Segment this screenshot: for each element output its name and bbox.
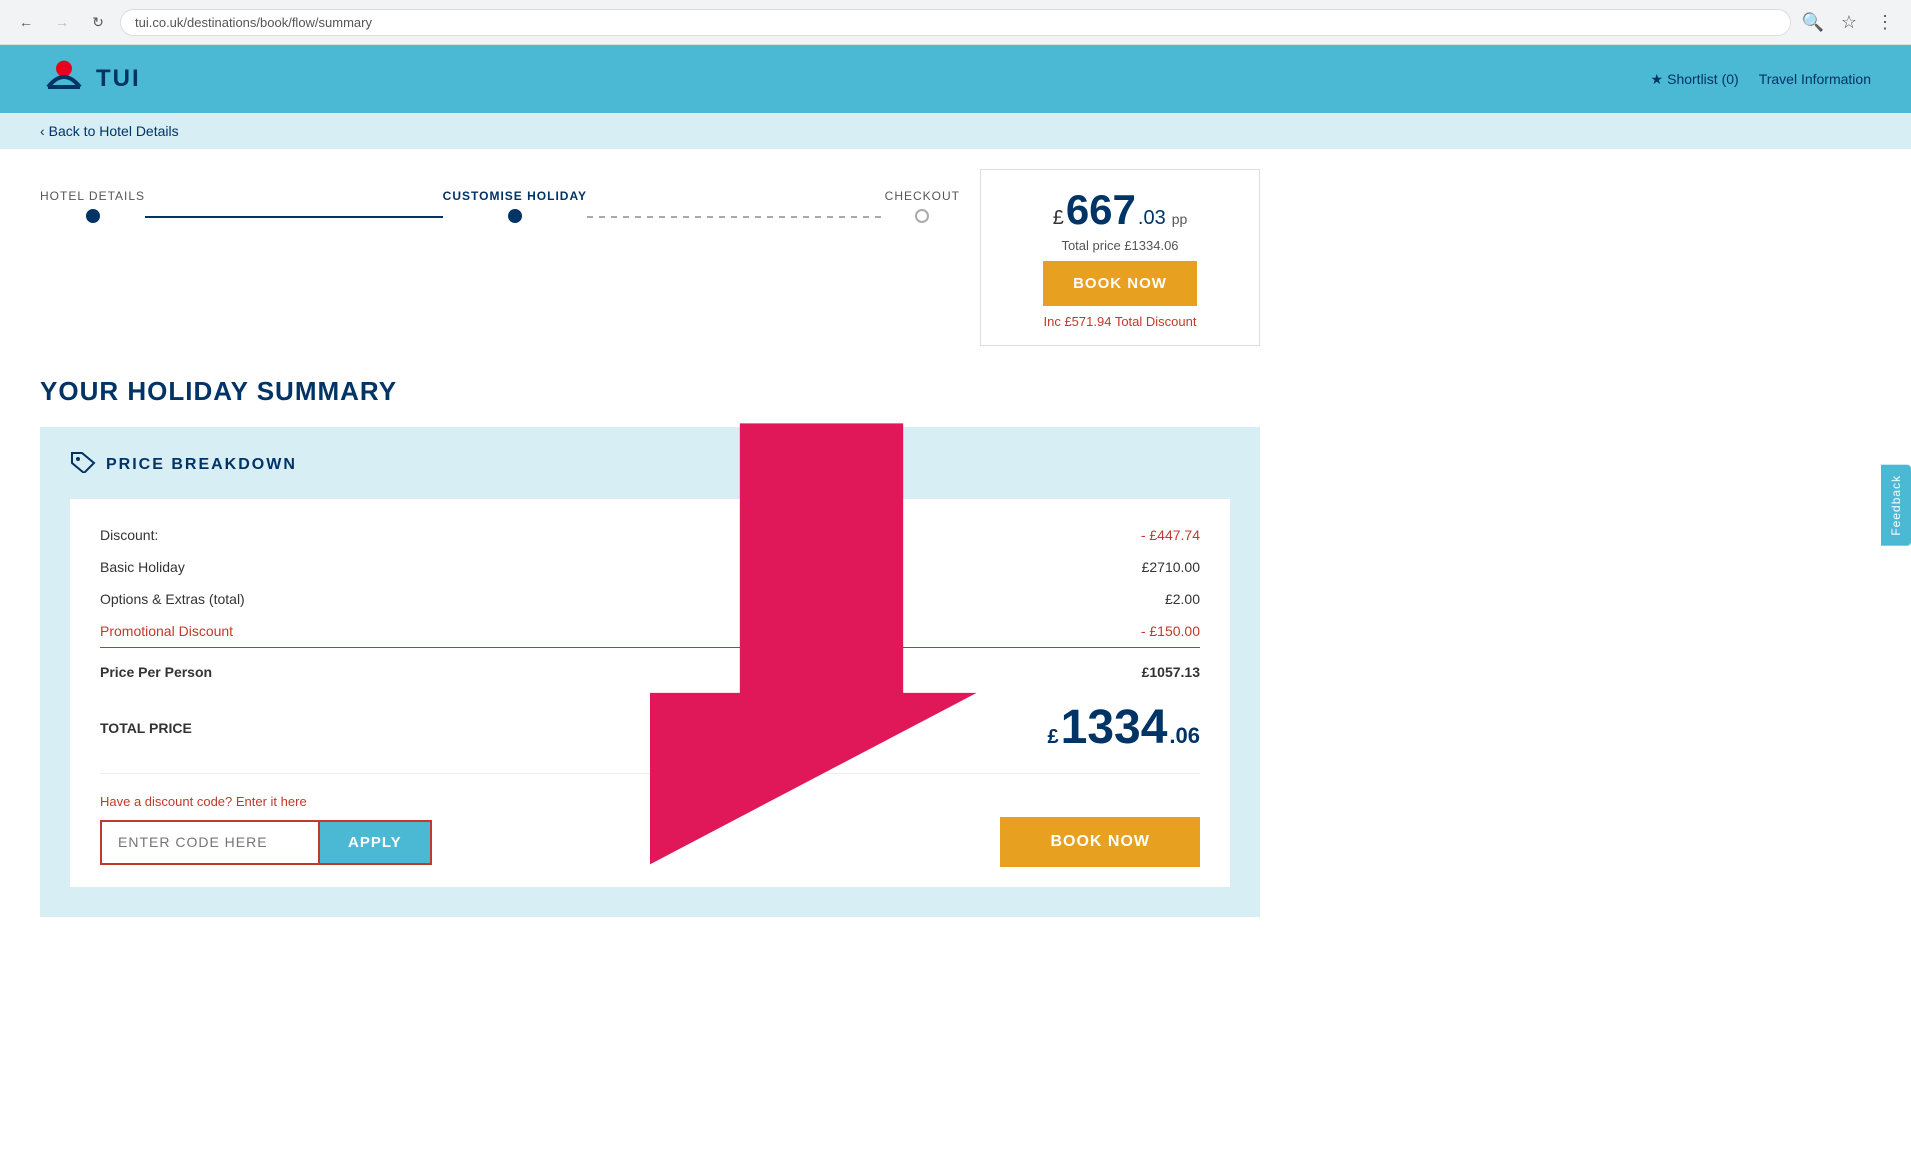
per-person-label: Price Per Person xyxy=(100,664,212,680)
step-checkout-label: CHECKOUT xyxy=(885,189,960,203)
promo-value: - £150.00 xyxy=(1141,623,1200,639)
progress-section: HOTEL DETAILS CUSTOMISE HOLIDAY CHECKOUT xyxy=(40,169,960,233)
total-decimal: .06 xyxy=(1169,723,1200,749)
sub-header: ‹ Back to Hotel Details xyxy=(0,113,1911,149)
browser-chrome: ← → ↻ tui.co.uk/destinations/book/flow/s… xyxy=(0,0,1911,45)
menu-button[interactable]: ⋮ xyxy=(1871,8,1899,36)
section-title-text: PRICE BREAKDOWN xyxy=(106,456,297,474)
progress-booking-row: HOTEL DETAILS CUSTOMISE HOLIDAY CHECKOUT xyxy=(40,169,1260,346)
tui-logo: TUI xyxy=(40,59,141,99)
price-row-basic: Basic Holiday £2710.00 xyxy=(100,551,1200,583)
step-hotel-label: HOTEL DETAILS xyxy=(40,189,145,203)
price-row-total: TOTAL PRICE £ 1334 .06 xyxy=(100,688,1200,763)
total-pound: £ xyxy=(1048,726,1059,749)
step-line-1 xyxy=(145,216,443,218)
price-breakdown-section: PRICE BREAKDOWN Discount: - £447.74 Basi… xyxy=(40,427,1260,917)
top-discount-line: Inc £571.94 Total Discount xyxy=(1001,314,1239,329)
back-to-hotel-link[interactable]: ‹ Back to Hotel Details xyxy=(40,123,1871,139)
header-links: ★ Shortlist (0) Travel Information xyxy=(1651,71,1871,88)
top-price-pp: pp xyxy=(1172,211,1188,227)
tui-logo-text: TUI xyxy=(96,65,141,93)
discount-code-section: Have a discount code? Enter it here APPL… xyxy=(100,773,1200,867)
price-row-options: Options & Extras (total) £2.00 xyxy=(100,583,1200,615)
step-hotel-dot xyxy=(86,209,100,223)
page-title: YOUR HOLIDAY SUMMARY xyxy=(40,376,1260,407)
options-value: £2.00 xyxy=(1165,591,1200,607)
basic-holiday-value: £2710.00 xyxy=(1142,559,1200,575)
total-main: 1334 xyxy=(1061,700,1168,755)
back-chevron-icon: ‹ xyxy=(40,123,45,139)
discount-input-row: APPLY xyxy=(100,820,432,865)
total-price-display: £ 1334 .06 xyxy=(1048,700,1201,755)
top-total-price-line: Total price £1334.06 xyxy=(1001,238,1239,253)
bookmark-button[interactable]: ☆ xyxy=(1835,8,1863,36)
tui-logo-icon xyxy=(40,59,88,99)
price-tag-icon xyxy=(70,451,96,479)
step-line-2 xyxy=(587,216,885,218)
discount-value: - £447.74 xyxy=(1141,527,1200,543)
search-browser-button[interactable]: 🔍 xyxy=(1799,8,1827,36)
step-customise: CUSTOMISE HOLIDAY xyxy=(443,189,587,223)
progress-steps: HOTEL DETAILS CUSTOMISE HOLIDAY CHECKOUT xyxy=(40,169,960,233)
discount-label: Discount: xyxy=(100,527,158,543)
shortlist-link[interactable]: ★ Shortlist (0) xyxy=(1651,71,1739,88)
top-price-display: £ 667 .03 pp xyxy=(1001,186,1239,234)
main-content: HOTEL DETAILS CUSTOMISE HOLIDAY CHECKOUT xyxy=(0,149,1300,957)
feedback-tab[interactable]: Feedback xyxy=(1881,465,1911,546)
address-bar[interactable]: tui.co.uk/destinations/book/flow/summary xyxy=(120,9,1791,36)
travel-info-link[interactable]: Travel Information xyxy=(1759,71,1871,87)
per-person-value: £1057.13 xyxy=(1142,664,1200,680)
price-row-promo: Promotional Discount - £150.00 xyxy=(100,615,1200,648)
forward-nav-button[interactable]: → xyxy=(48,8,76,36)
discount-code-label: Have a discount code? Enter it here xyxy=(100,794,1200,809)
basic-holiday-label: Basic Holiday xyxy=(100,559,185,575)
section-title-row: PRICE BREAKDOWN xyxy=(70,451,1230,479)
step-checkout-dot xyxy=(915,209,929,223)
total-price-label: TOTAL PRICE xyxy=(100,720,192,736)
star-icon: ★ xyxy=(1651,71,1664,88)
back-nav-button[interactable]: ← xyxy=(12,8,40,36)
tui-header: TUI ★ Shortlist (0) Travel Information xyxy=(0,45,1911,113)
top-price-decimal: .03 xyxy=(1138,207,1166,230)
step-hotel-details: HOTEL DETAILS xyxy=(40,189,145,223)
price-row-per-person: Price Per Person £1057.13 xyxy=(100,656,1200,688)
step-customise-dot xyxy=(508,209,522,223)
top-price-main: 667 xyxy=(1066,186,1136,234)
apply-button[interactable]: APPLY xyxy=(320,820,432,865)
price-table: Discount: - £447.74 Basic Holiday £2710.… xyxy=(70,499,1230,887)
discount-code-input[interactable] xyxy=(100,820,320,865)
book-now-top-button[interactable]: BOOK NOW xyxy=(1043,261,1197,306)
price-row-discount: Discount: - £447.74 xyxy=(100,519,1200,551)
reload-button[interactable]: ↻ xyxy=(84,8,112,36)
book-now-bottom-button[interactable]: BOOK NOW xyxy=(1000,817,1200,867)
url-text: tui.co.uk/destinations/book/flow/summary xyxy=(135,15,372,30)
options-label: Options & Extras (total) xyxy=(100,591,245,607)
step-customise-label: CUSTOMISE HOLIDAY xyxy=(443,189,587,203)
promo-label: Promotional Discount xyxy=(100,623,233,639)
top-price-pound: £ xyxy=(1053,207,1064,230)
booking-widget: £ 667 .03 pp Total price £1334.06 BOOK N… xyxy=(980,169,1260,346)
step-checkout: CHECKOUT xyxy=(885,189,960,223)
